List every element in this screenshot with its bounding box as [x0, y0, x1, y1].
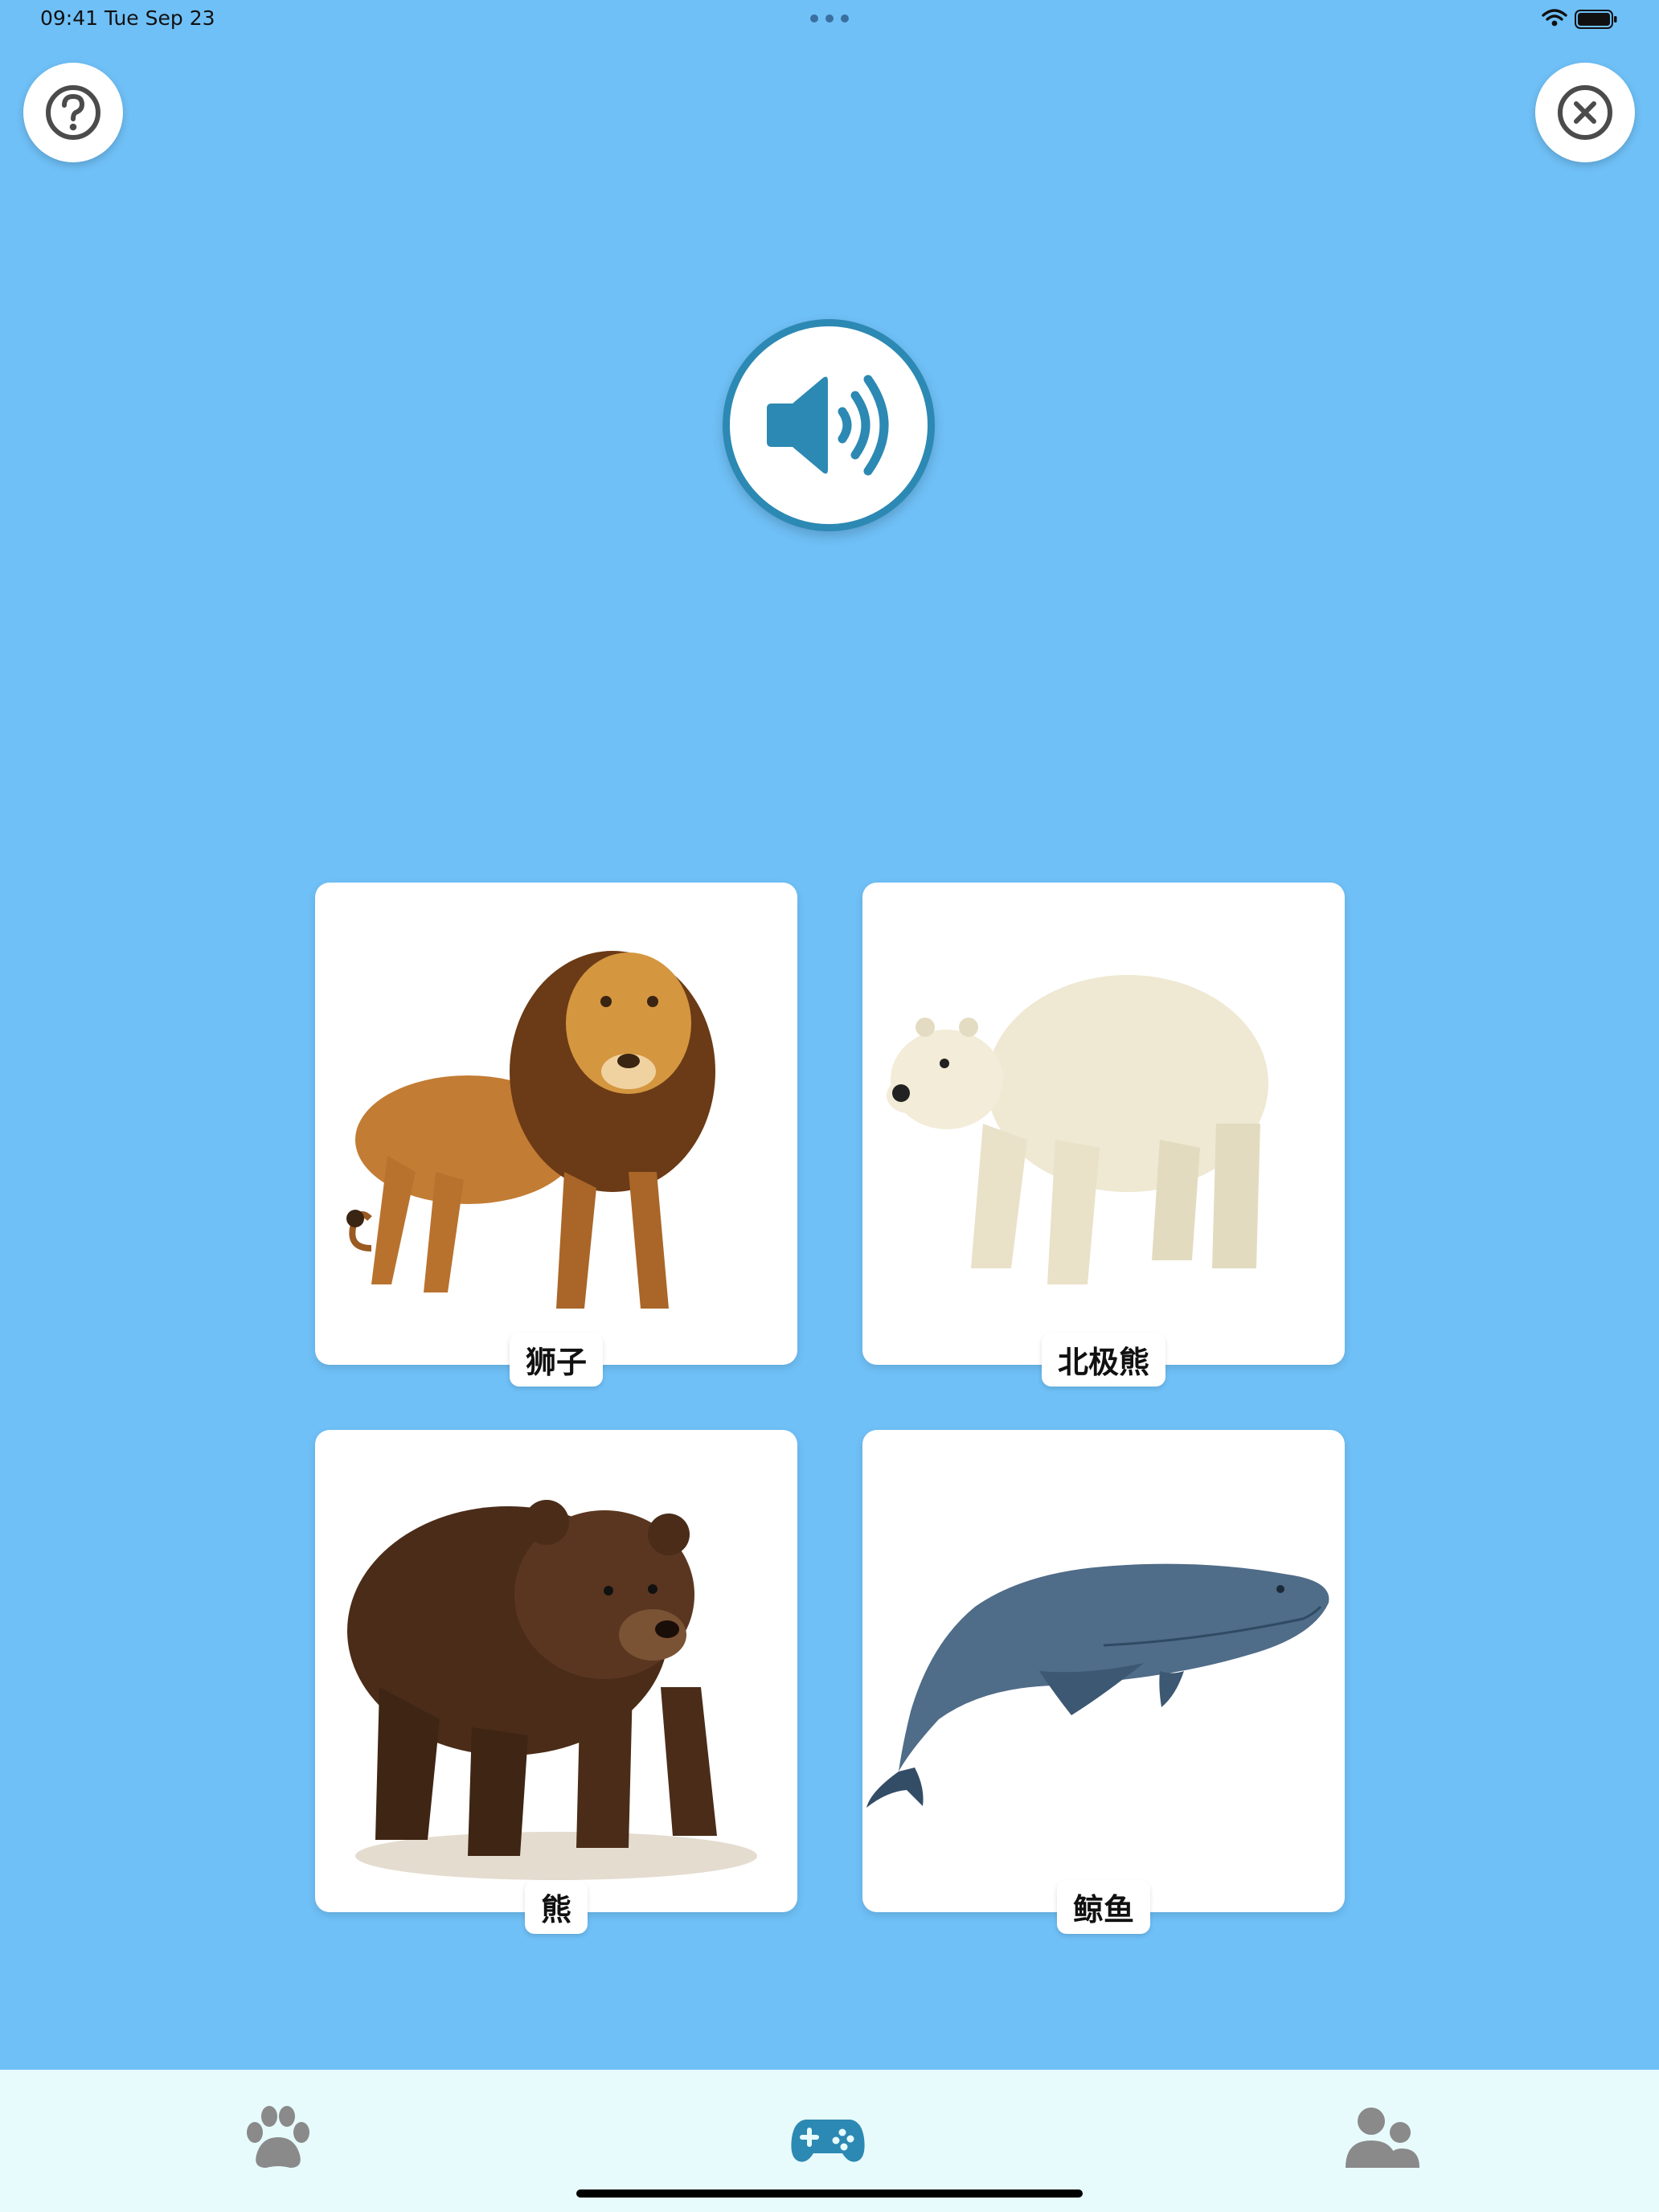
gamepad-icon — [791, 2120, 865, 2162]
status-time: 09:41 Tue Sep 23 — [40, 6, 215, 30]
brown-bear-image — [347, 1500, 757, 1880]
whale-image — [866, 1563, 1329, 1808]
close-button[interactable] — [1535, 63, 1635, 162]
card-label: 熊 — [524, 1880, 588, 1934]
card-label: 狮子 — [509, 1333, 604, 1387]
card-label: 鲸鱼 — [1056, 1880, 1151, 1934]
paw-icon — [247, 2106, 309, 2168]
lion-image — [346, 951, 715, 1309]
wifi-icon — [1542, 8, 1567, 27]
answer-card-polar-bear[interactable]: 北极熊 — [862, 883, 1345, 1387]
answer-card-brown-bear[interactable]: 熊 — [315, 1430, 797, 1934]
answer-card-lion[interactable]: 狮子 — [315, 883, 797, 1387]
multitasking-dots-icon[interactable] — [810, 14, 849, 24]
help-button[interactable] — [23, 63, 123, 162]
question-circle-icon — [46, 85, 100, 140]
tab-animals[interactable] — [237, 2102, 317, 2174]
play-audio-button[interactable] — [723, 319, 935, 531]
home-indicator — [576, 2189, 1083, 2198]
close-circle-icon — [1558, 85, 1612, 140]
polar-bear-image — [887, 975, 1268, 1284]
tab-profile[interactable] — [1342, 2102, 1423, 2174]
users-icon — [1346, 2108, 1419, 2168]
tab-games[interactable] — [788, 2102, 868, 2174]
speaker-volume-icon — [767, 375, 889, 476]
answer-card-whale[interactable]: 鲸鱼 — [862, 1430, 1345, 1934]
battery-icon — [1575, 10, 1618, 29]
status-bar: 09:41 Tue Sep 23 — [0, 0, 1659, 39]
card-label: 北极熊 — [1041, 1333, 1166, 1387]
